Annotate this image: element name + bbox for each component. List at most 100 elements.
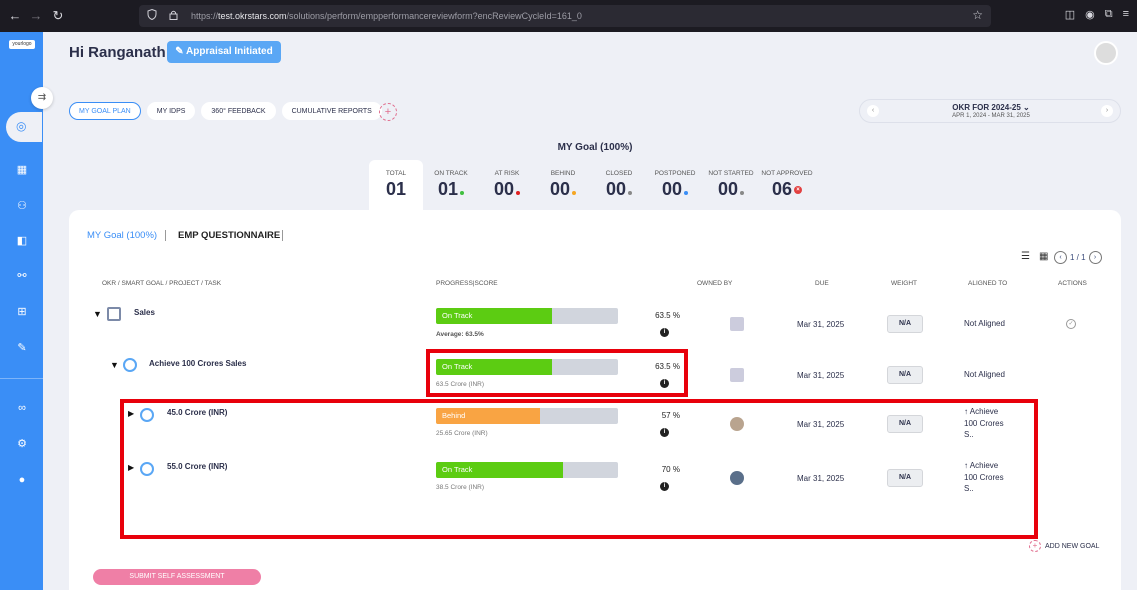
progress-bar: On Track bbox=[436, 308, 618, 324]
tab-separator bbox=[165, 230, 166, 241]
status-dot bbox=[460, 191, 465, 195]
url-text: https://test.okrstars.com/solutions/perf… bbox=[191, 11, 582, 21]
list-view-icon[interactable]: ☰ bbox=[1021, 251, 1030, 262]
link-icon[interactable]: ∞ bbox=[12, 398, 32, 418]
top-tabs: MY GOAL PLAN MY IDPS 360° FEEDBACK CUMUL… bbox=[69, 102, 382, 120]
next-page-button[interactable]: › bbox=[1088, 251, 1102, 264]
stat-at-risk[interactable]: AT RISK 00 bbox=[479, 160, 535, 210]
aligned-to: Not Aligned bbox=[964, 370, 1005, 379]
status-dot bbox=[516, 191, 521, 195]
avatar[interactable] bbox=[1094, 41, 1118, 65]
menu-icon[interactable]: ≡ bbox=[1123, 8, 1129, 21]
people-icon[interactable]: ⚇ bbox=[12, 196, 32, 216]
url-host: test.okrstars.com bbox=[218, 11, 287, 21]
address-bar[interactable]: https://test.okrstars.com/solutions/perf… bbox=[139, 5, 991, 27]
url-prefix: https:// bbox=[191, 11, 219, 21]
column-header-weight: WEIGHT bbox=[891, 280, 917, 287]
caret-down-icon[interactable]: ▼ bbox=[110, 360, 119, 370]
add-new-goal-button[interactable]: + ADD NEW GOAL bbox=[1029, 540, 1099, 552]
stat-value: 00 bbox=[661, 179, 683, 199]
caret-down-icon[interactable]: ▼ bbox=[93, 309, 102, 319]
period-range: APR 1, 2024 - MAR 31, 2025 bbox=[952, 113, 1030, 119]
column-header-progress: PROGRESS|SCORE bbox=[436, 280, 498, 287]
appraisal-status-button[interactable]: ✎ Appraisal Initiated bbox=[167, 41, 281, 63]
stat-label: NOT STARTED bbox=[708, 170, 754, 177]
close-icon: × bbox=[794, 186, 803, 195]
tab-cumulative-reports[interactable]: CUMULATIVE REPORTS bbox=[281, 102, 382, 120]
tab-emp-questionnaire[interactable]: EMP QUESTIONNAIRE bbox=[178, 230, 280, 241]
info-icon[interactable]: i bbox=[660, 328, 669, 337]
owner-avatar[interactable] bbox=[730, 317, 744, 331]
column-header-aligned-to: ALIGNED TO bbox=[968, 280, 1008, 287]
stat-behind[interactable]: BEHIND 00 bbox=[535, 160, 591, 210]
handshake-icon[interactable]: ⚯ bbox=[12, 266, 32, 286]
prev-page-button[interactable]: ‹ bbox=[1054, 251, 1067, 264]
expand-sidebar-button[interactable]: ⇉ bbox=[31, 87, 53, 109]
stat-label: TOTAL bbox=[385, 170, 407, 177]
goal-name[interactable]: Sales bbox=[134, 308, 155, 317]
browser-extension-icons: ◫ ◉ ⧉ ≡ bbox=[1065, 8, 1129, 21]
company-logo: yourlogo bbox=[9, 40, 35, 49]
stat-value: 06 bbox=[771, 179, 793, 199]
tab-360-feedback[interactable]: 360° FEEDBACK bbox=[201, 102, 276, 120]
greeting: Hi Ranganath bbox=[69, 44, 166, 61]
hierarchy-icon[interactable]: ⊞ bbox=[12, 302, 32, 322]
stat-postponed[interactable]: POSTPONED 00 bbox=[647, 160, 703, 210]
due-date: Mar 31, 2025 bbox=[797, 320, 845, 329]
back-icon[interactable]: ← bbox=[5, 8, 25, 23]
period-title[interactable]: OKR FOR 2024-25 ⌄ bbox=[860, 103, 1122, 112]
app-area: yourlogo ◎ ▦ ⚇ ◧ ⚯ ⊞ ✎ ∞ ⚙ ● ⇉ Hi Rangan… bbox=[0, 32, 1137, 590]
period-selector: ‹ OKR FOR 2024-25 ⌄ APR 1, 2024 - MAR 31… bbox=[859, 99, 1121, 123]
percent-sign: % bbox=[672, 311, 680, 320]
target-icon bbox=[123, 358, 137, 372]
approve-check-icon[interactable]: ✓ bbox=[1066, 319, 1076, 329]
stat-closed[interactable]: CLOSED 00 bbox=[591, 160, 647, 210]
account-icon[interactable]: ◉ bbox=[1085, 8, 1095, 21]
column-header-owned-by: OWNED BY bbox=[697, 280, 733, 287]
column-header-actions: ACTIONS bbox=[1058, 280, 1087, 287]
stat-label: POSTPONED bbox=[654, 170, 696, 177]
stat-label: BEHIND bbox=[550, 170, 576, 177]
submit-self-assessment-button[interactable]: SUBMIT SELF ASSESSMENT bbox=[93, 569, 261, 585]
grid-view-icon[interactable]: ▦ bbox=[1039, 251, 1048, 262]
weight-field[interactable]: N/A bbox=[887, 366, 923, 384]
stat-label: NOT APPROVED bbox=[761, 170, 813, 177]
weight-field[interactable]: N/A bbox=[887, 315, 923, 333]
progress-average: Average: 63.5% bbox=[436, 331, 484, 338]
reload-icon[interactable]: ↻ bbox=[48, 8, 68, 24]
bookmark-star-icon[interactable]: ☆ bbox=[972, 8, 983, 22]
sidebar-divider bbox=[0, 378, 43, 379]
stat-not-approved[interactable]: NOT APPROVED 06 × bbox=[759, 160, 815, 210]
plus-icon: + bbox=[1029, 540, 1041, 552]
gear-icon[interactable]: ⚙ bbox=[12, 434, 32, 454]
pocket-icon[interactable]: ◫ bbox=[1065, 8, 1075, 21]
sidebar-item-performance[interactable]: ◎ bbox=[6, 112, 42, 142]
score-value: 63.5 bbox=[655, 311, 671, 320]
stat-value: 00 bbox=[549, 179, 571, 199]
forward-icon[interactable]: → bbox=[26, 8, 46, 23]
stat-total[interactable]: TOTAL 01 bbox=[369, 160, 423, 210]
add-tab-button[interactable]: + bbox=[379, 103, 397, 121]
stat-value: 00 bbox=[493, 179, 515, 199]
stat-not-started[interactable]: NOT STARTED 00 bbox=[703, 160, 759, 210]
status-dot bbox=[684, 191, 689, 195]
goal-name[interactable]: Achieve 100 Crores Sales bbox=[149, 359, 246, 368]
extensions-icon[interactable]: ⧉ bbox=[1105, 8, 1113, 21]
book-icon[interactable]: ◧ bbox=[12, 231, 32, 251]
period-title-text: OKR FOR 2024-25 bbox=[952, 103, 1021, 112]
tab-my-idps[interactable]: MY IDPS bbox=[146, 102, 196, 120]
target-icon: ◎ bbox=[16, 119, 27, 133]
user-icon[interactable]: ● bbox=[12, 470, 32, 490]
status-summary: TOTAL 01 ON TRACK 01 AT RISK 00 BEHIND 00 CL… bbox=[369, 160, 815, 210]
team-icon[interactable]: ▦ bbox=[12, 160, 32, 180]
tab-my-goal-plan[interactable]: MY GOAL PLAN bbox=[69, 102, 141, 120]
stat-value: 01 bbox=[437, 179, 459, 199]
stat-value: 00 bbox=[717, 179, 739, 199]
edit-document-icon[interactable]: ✎ bbox=[12, 338, 32, 358]
tab-my-goal[interactable]: MY Goal (100%) bbox=[87, 230, 157, 241]
next-period-button[interactable]: › bbox=[1101, 105, 1113, 117]
lock-icon bbox=[169, 10, 183, 23]
stat-on-track[interactable]: ON TRACK 01 bbox=[423, 160, 479, 210]
sidebar: yourlogo ◎ ▦ ⚇ ◧ ⚯ ⊞ ✎ ∞ ⚙ ● bbox=[0, 32, 43, 590]
owner-avatar[interactable] bbox=[730, 368, 744, 382]
